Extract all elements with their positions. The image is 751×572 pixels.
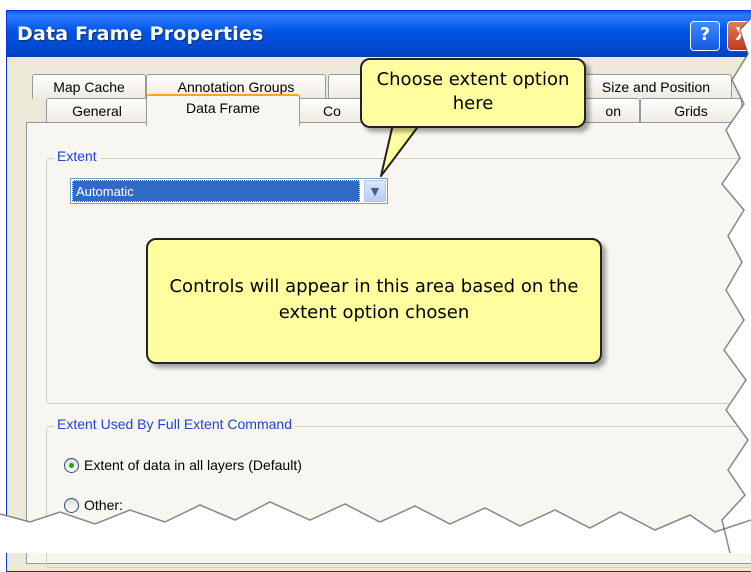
tab-data-frame[interactable]: Data Frame xyxy=(146,94,300,126)
screenshot-stage: Data Frame Properties ? X Map Cache Anno… xyxy=(0,0,751,572)
torn-edge-overlay xyxy=(0,0,751,553)
